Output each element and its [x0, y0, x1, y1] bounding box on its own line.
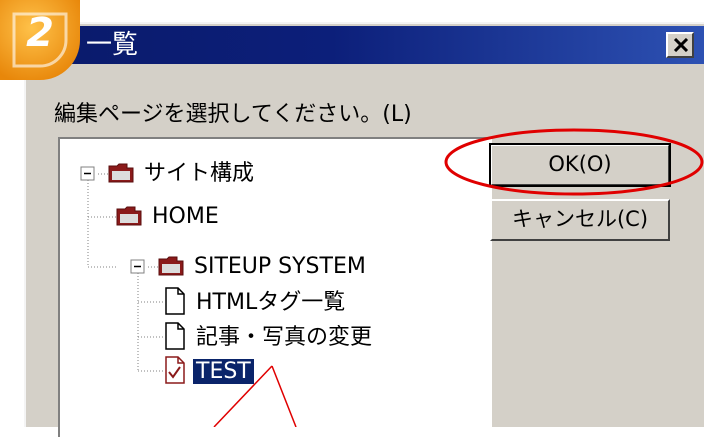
- tree-node-home[interactable]: HOME: [116, 202, 222, 232]
- tree-node-siteup-system[interactable]: SITEUP SYSTEM: [158, 252, 369, 282]
- page-list-dialog: 一覧 編集ページを選択してください。(L) サイト構成 HOME SITEUP …: [24, 22, 704, 437]
- title-bar[interactable]: 一覧: [28, 26, 704, 64]
- tree-node-test[interactable]: TEST: [164, 356, 254, 387]
- collapse-icon[interactable]: [130, 259, 146, 275]
- checked-page-icon: [165, 356, 185, 384]
- page-tree[interactable]: サイト構成 HOME SITEUP SYSTEM HTMLタグ一覧 記事・写真の…: [58, 137, 492, 437]
- tree-node-label: TEST: [193, 359, 254, 384]
- tree-node-label: SITEUP SYSTEM: [194, 254, 366, 279]
- dialog-title: 一覧: [86, 30, 139, 60]
- page-icon: [165, 322, 185, 350]
- collapse-icon[interactable]: [80, 166, 96, 182]
- folder-icon: [116, 206, 142, 226]
- ok-button[interactable]: OK(O): [489, 143, 671, 187]
- cancel-button[interactable]: キャンセル(C): [490, 199, 670, 241]
- step-number: 2: [26, 10, 54, 56]
- tree-node-label: 記事・写真の変更: [196, 325, 373, 350]
- tree-node-site[interactable]: サイト構成: [108, 159, 257, 189]
- step-badge: 2: [0, 0, 80, 80]
- tree-node-label: HTMLタグ一覧: [196, 290, 346, 315]
- tree-node-label: HOME: [152, 204, 219, 229]
- folder-icon: [158, 256, 184, 276]
- folder-icon: [108, 163, 134, 183]
- tree-node-label: サイト構成: [144, 161, 255, 186]
- page-icon: [165, 287, 185, 315]
- tree-node-html-tags[interactable]: HTMLタグ一覧: [164, 287, 348, 318]
- close-icon: [673, 38, 689, 52]
- tree-node-article-photo[interactable]: 記事・写真の変更: [164, 322, 375, 353]
- close-button[interactable]: [666, 32, 694, 58]
- prompt-label: 編集ページを選択してください。(L): [54, 102, 412, 127]
